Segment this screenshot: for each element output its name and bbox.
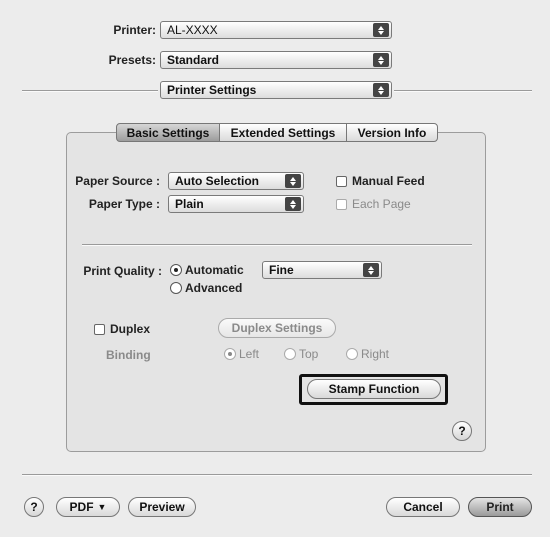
paper-type-select[interactable]: Plain: [168, 195, 304, 213]
advanced-radio-label: Advanced: [185, 281, 243, 295]
each-page-label: Each Page: [352, 197, 411, 211]
quality-mode-value: Fine: [269, 263, 294, 277]
paper-type-label: Paper Type :: [88, 197, 160, 211]
divider: [22, 90, 158, 92]
chevron-updown-icon: [373, 83, 389, 97]
quality-mode-select[interactable]: Fine: [262, 261, 382, 279]
automatic-radio-label: Automatic: [185, 263, 244, 277]
presets-select[interactable]: Standard: [160, 51, 392, 69]
binding-left-label: Left: [239, 347, 260, 361]
print-quality-label: Print Quality :: [83, 264, 162, 278]
presets-label: Presets:: [108, 53, 156, 67]
paper-source-value: Auto Selection: [175, 174, 260, 188]
duplex-settings-button[interactable]: Duplex Settings: [218, 318, 336, 338]
print-button[interactable]: Print: [468, 497, 532, 517]
chevron-updown-icon: [285, 174, 301, 188]
duplex-label: Duplex: [110, 322, 151, 336]
manual-feed-label: Manual Feed: [352, 174, 425, 188]
triangle-down-icon: ▼: [97, 502, 107, 512]
help-icon[interactable]: ?: [24, 497, 44, 517]
printer-select-value: AL-XXXX: [167, 23, 218, 37]
paper-type-value: Plain: [175, 197, 204, 211]
tab-extended-settings[interactable]: Extended Settings: [219, 123, 347, 142]
pdf-menu-button[interactable]: PDF ▼: [56, 497, 120, 517]
preview-button[interactable]: Preview: [128, 497, 196, 517]
pdf-label: PDF: [69, 500, 94, 514]
each-page-checkbox[interactable]: [336, 199, 347, 210]
chevron-updown-icon: [373, 23, 389, 37]
printer-select[interactable]: AL-XXXX: [160, 21, 392, 39]
duplex-checkbox[interactable]: [94, 324, 105, 335]
binding-left-radio[interactable]: [224, 348, 236, 360]
manual-feed-checkbox[interactable]: [336, 176, 347, 187]
stamp-function-button[interactable]: Stamp Function: [307, 379, 441, 399]
binding-right-radio[interactable]: [346, 348, 358, 360]
panel-select-value: Printer Settings: [167, 83, 257, 97]
help-icon[interactable]: ?: [452, 421, 472, 441]
tab-version-info[interactable]: Version Info: [346, 123, 438, 142]
paper-source-select[interactable]: Auto Selection: [168, 172, 304, 190]
binding-right-label: Right: [361, 347, 390, 361]
panel-select[interactable]: Printer Settings: [160, 81, 392, 99]
paper-source-label: Paper Source :: [75, 174, 160, 188]
tab-basic-settings[interactable]: Basic Settings: [116, 123, 220, 142]
cancel-button[interactable]: Cancel: [386, 497, 460, 517]
divider: [22, 474, 532, 476]
binding-top-label: Top: [299, 347, 319, 361]
chevron-updown-icon: [373, 53, 389, 67]
divider: [394, 90, 532, 92]
binding-label: Binding: [106, 348, 151, 362]
binding-top-radio[interactable]: [284, 348, 296, 360]
presets-select-value: Standard: [167, 53, 220, 67]
chevron-updown-icon: [285, 197, 301, 211]
automatic-radio[interactable]: [170, 264, 182, 276]
chevron-updown-icon: [363, 263, 379, 277]
divider: [82, 244, 472, 246]
advanced-radio[interactable]: [170, 282, 182, 294]
printer-label: Printer:: [113, 23, 156, 37]
